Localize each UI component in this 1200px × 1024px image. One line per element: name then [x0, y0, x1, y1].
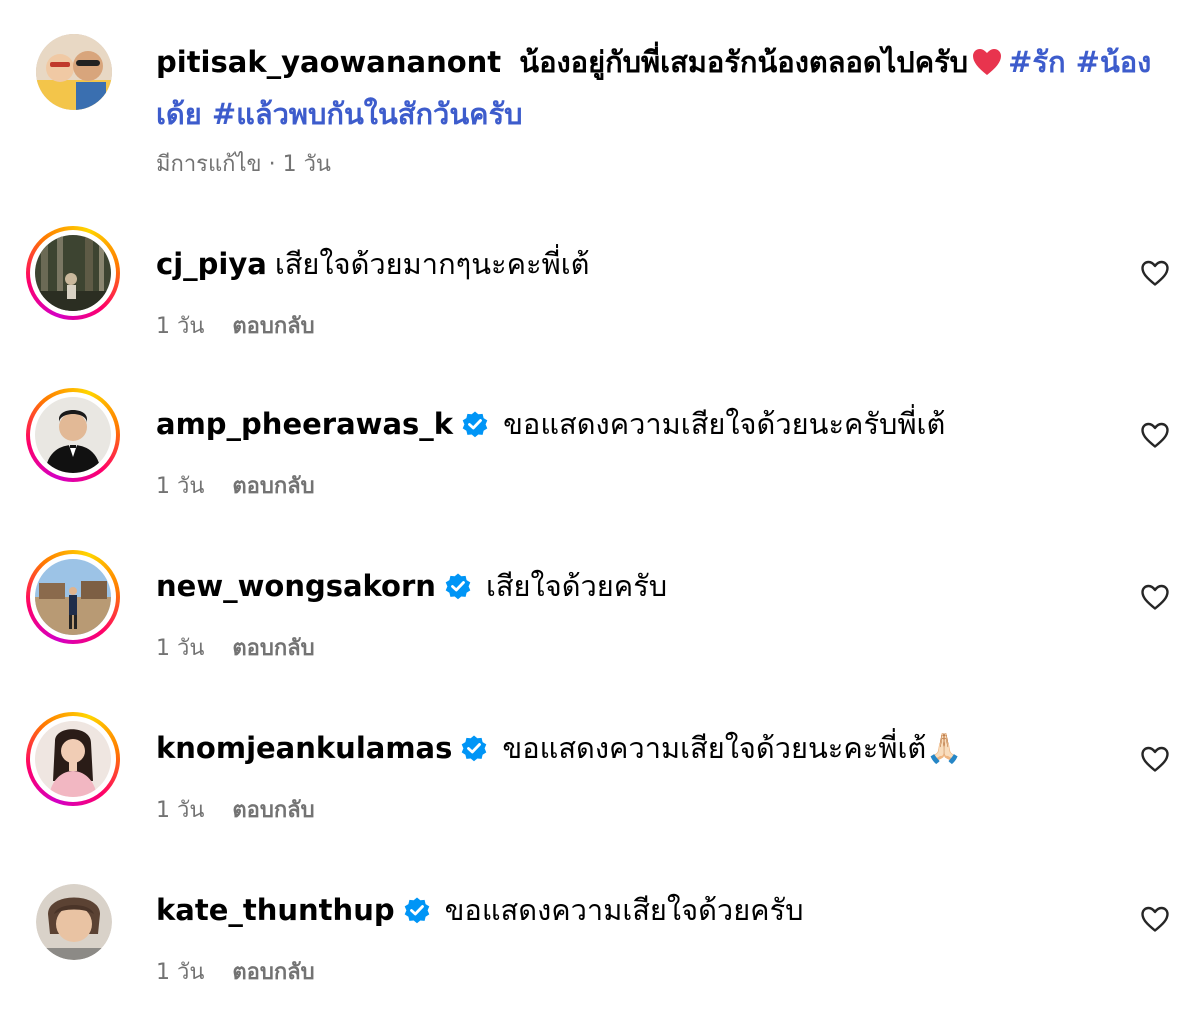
comment-meta: 1 วัน ตอบกลับ — [156, 792, 315, 827]
hashtag-link[interactable]: #รัก — [1008, 45, 1065, 79]
comment-body: เสียใจด้วยครับ — [485, 569, 668, 603]
avatar[interactable] — [26, 712, 120, 806]
comment-username[interactable]: cj_piya — [156, 247, 267, 281]
comment-item: amp_pheerawas_k ขอแสดงความเสียใจด้วยนะครั… — [0, 388, 1200, 538]
red-heart-icon — [972, 42, 1002, 90]
verified-badge-icon — [461, 408, 489, 448]
comment-text: amp_pheerawas_k ขอแสดงความเสียใจด้วยนะครั… — [156, 404, 945, 448]
reply-button[interactable]: ตอบกลับ — [232, 314, 314, 339]
avatar[interactable] — [26, 388, 120, 482]
comment-meta: 1 วัน ตอบกลับ — [156, 468, 315, 503]
comment-username[interactable]: knomjeankulamas — [156, 731, 452, 765]
like-heart-icon[interactable] — [1140, 904, 1170, 934]
like-heart-icon[interactable] — [1140, 744, 1170, 774]
caption-text: pitisak_yaowananont น้องอยู่กับพี่เสมอรั… — [156, 38, 1156, 138]
post-caption: pitisak_yaowananont น้องอยู่กับพี่เสมอรั… — [0, 0, 1200, 200]
reply-button[interactable]: ตอบกลับ — [232, 474, 314, 499]
comment-username[interactable]: amp_pheerawas_k — [156, 407, 453, 441]
comment-text: cj_piya เสียใจด้วยมากๆนะคะพี่เต้ — [156, 244, 589, 284]
comment-time: 1 วัน — [156, 314, 205, 339]
hashtag-link[interactable]: #แล้วพบกันในสักวันครับ — [212, 97, 523, 131]
caption-body: น้องอยู่กับพี่เสมอรักน้องตลอดไปครับ — [519, 45, 969, 79]
avatar[interactable] — [36, 34, 112, 110]
comment-time: 1 วัน — [156, 798, 205, 823]
comment-time: 1 วัน — [156, 636, 205, 661]
comment-body: ขอแสดงความเสียใจด้วยนะครับพี่เต้ — [503, 407, 946, 441]
like-heart-icon[interactable] — [1140, 582, 1170, 612]
avatar[interactable] — [26, 226, 120, 320]
comment-text: knomjeankulamas ขอแสดงความเสียใจด้วยนะคะพ… — [156, 728, 962, 772]
comment-item: kate_thunthup ขอแสดงความเสียใจด้วยครับ 1 … — [0, 874, 1200, 1024]
comment-username[interactable]: kate_thunthup — [156, 893, 395, 927]
comment-meta: 1 วัน ตอบกลับ — [156, 954, 315, 989]
caption-meta: มีการแก้ไข · 1 วัน — [156, 152, 331, 177]
caption-username[interactable]: pitisak_yaowananont — [156, 45, 501, 79]
comment-item: cj_piya เสียใจด้วยมากๆนะคะพี่เต้ 1 วัน ตอบ… — [0, 226, 1200, 376]
comment-time: 1 วัน — [156, 474, 205, 499]
verified-badge-icon — [460, 732, 488, 772]
verified-badge-icon — [444, 570, 472, 610]
reply-button[interactable]: ตอบกลับ — [232, 798, 314, 823]
avatar[interactable] — [36, 884, 112, 960]
comment-meta: 1 วัน ตอบกลับ — [156, 630, 315, 665]
comment-body: ขอแสดงความเสียใจด้วยครับ — [444, 893, 804, 927]
reply-button[interactable]: ตอบกลับ — [232, 960, 314, 985]
like-heart-icon[interactable] — [1140, 258, 1170, 288]
like-heart-icon[interactable] — [1140, 420, 1170, 450]
comment-text: new_wongsakorn เสียใจด้วยครับ — [156, 566, 667, 610]
comment-time: 1 วัน — [156, 960, 205, 985]
avatar[interactable] — [26, 550, 120, 644]
comment-item: new_wongsakorn เสียใจด้วยครับ 1 วัน ตอบกลั… — [0, 550, 1200, 700]
comment-username[interactable]: new_wongsakorn — [156, 569, 436, 603]
reply-button[interactable]: ตอบกลับ — [232, 636, 314, 661]
comment-meta: 1 วัน ตอบกลับ — [156, 308, 315, 343]
comment-item: knomjeankulamas ขอแสดงความเสียใจด้วยนะคะพ… — [0, 712, 1200, 862]
comment-text: kate_thunthup ขอแสดงความเสียใจด้วยครับ — [156, 890, 804, 934]
comment-body: เสียใจด้วยมากๆนะคะพี่เต้ — [274, 247, 590, 281]
comment-body: ขอแสดงความเสียใจด้วยนะคะพี่เต้🙏🏻 — [502, 731, 963, 765]
verified-badge-icon — [403, 894, 431, 934]
